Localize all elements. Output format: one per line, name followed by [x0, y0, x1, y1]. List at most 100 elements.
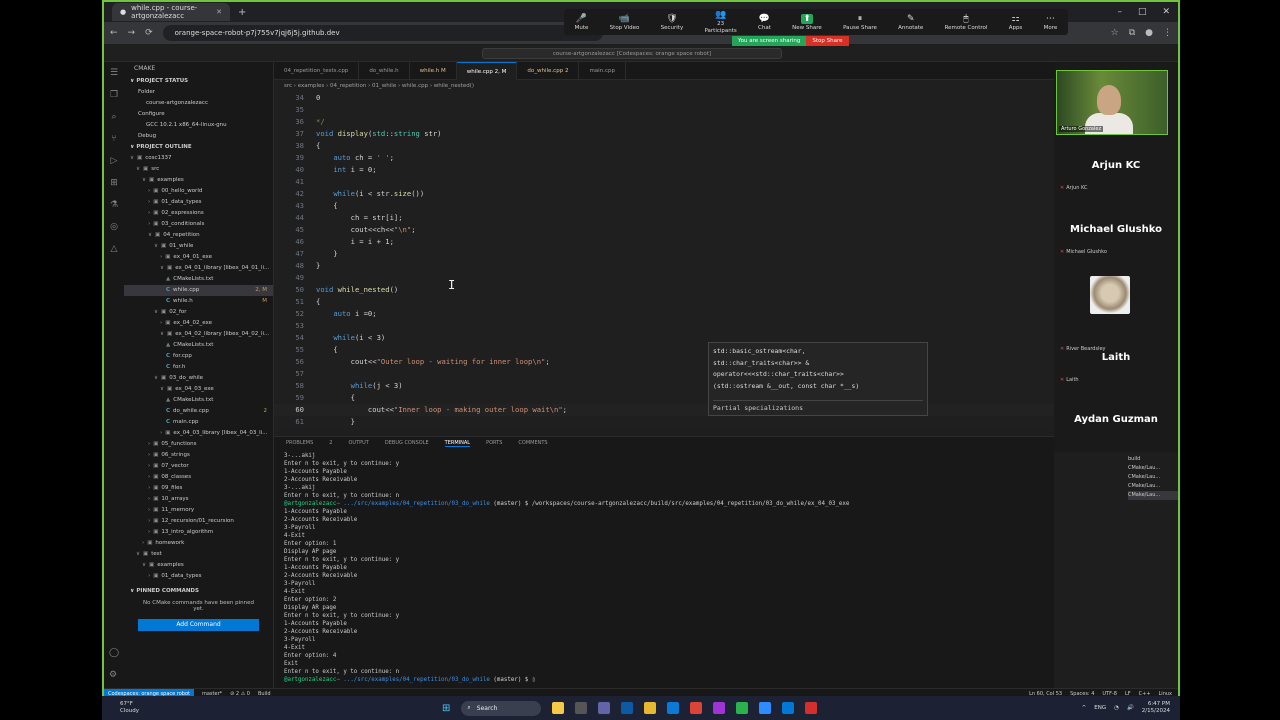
gear-icon[interactable]: ⚙	[109, 670, 119, 680]
tab-6[interactable]: main.cpp	[579, 62, 626, 80]
launch-item[interactable]: CMake/Lau...	[1128, 491, 1178, 500]
tree-item[interactable]: ∨ ▣ examples	[124, 175, 273, 186]
tree-item[interactable]: › ▣ ex_04_02_exe	[124, 318, 273, 329]
tree-item[interactable]: ∨ ▣ ex_04_03_exe	[124, 384, 273, 395]
tree-item[interactable]: Cwhile.cpp 2, M	[124, 285, 273, 296]
tree-item[interactable]: › ▣ 06_strings	[124, 450, 273, 461]
teams-icon[interactable]	[598, 702, 611, 714]
zoom-stop-video-button[interactable]: 📹 Stop Video	[610, 14, 640, 31]
zoom-security-button[interactable]: 🛡 Security	[661, 14, 684, 31]
copilot-icon[interactable]	[552, 702, 565, 714]
tree-item[interactable]: › ▣ ex_04_03_library [libex_04_03_li...	[124, 428, 273, 439]
app3-icon[interactable]	[805, 702, 818, 714]
project-status-header[interactable]: ∨ PROJECT STATUS	[124, 76, 273, 87]
panel-tab-problems[interactable]: PROBLEMS	[286, 440, 313, 446]
participant-tile[interactable]: Aydan Guzman	[1054, 414, 1178, 425]
tree-item[interactable]: ∨ ▣ src	[124, 164, 273, 175]
tree-item[interactable]: › ▣ 00_hello_world	[124, 186, 273, 197]
taskbar-search[interactable]: ⌕ Search	[461, 700, 542, 716]
edge-icon[interactable]	[621, 702, 634, 714]
tree-item[interactable]: ∨ ▣ 04_repetition	[124, 230, 273, 241]
tree-item[interactable]: › ▣ homework	[124, 538, 273, 549]
launch-item[interactable]: CMake/Lau...	[1128, 482, 1178, 491]
back-icon[interactable]: ←	[110, 28, 118, 38]
extensions-icon[interactable]: ⧉	[1129, 28, 1135, 38]
zoom-new-share-button[interactable]: ⬆ New Share	[792, 13, 822, 31]
menu-icon[interactable]: ⋮	[1163, 28, 1172, 38]
tab-5[interactable]: do_while.cpp 2	[517, 62, 580, 80]
tree-item[interactable]: › ▣ 01_data_types	[124, 197, 273, 208]
file-explorer-icon[interactable]	[644, 702, 657, 714]
store-icon[interactable]	[667, 702, 680, 714]
tab-2[interactable]: do_while.h	[359, 62, 410, 80]
project-status-item[interactable]: course-artgonzalezacc	[124, 98, 273, 109]
tree-item[interactable]: › ▣ 01_data_types	[124, 571, 273, 582]
tab-4[interactable]: while.cpp 2, M	[456, 62, 518, 80]
tree-item[interactable]: ▲ CMakeLists.txt	[124, 274, 273, 285]
app-icon[interactable]	[713, 702, 726, 714]
panel-tab-terminal[interactable]: TERMINAL	[444, 440, 471, 447]
panel-tab-comments[interactable]: COMMENTS	[518, 440, 547, 446]
language-indicator[interactable]: ENG	[1094, 705, 1106, 711]
chrome-icon[interactable]	[690, 702, 703, 714]
star-icon[interactable]: ☆	[1111, 28, 1119, 38]
new-tab-button[interactable]: +	[238, 7, 246, 18]
panel-tab-output[interactable]: OUTPUT	[348, 440, 368, 446]
tree-item[interactable]: ∨ ▣ cosc1337	[124, 153, 273, 164]
tree-item[interactable]: › ▣ ex_04_01_exe	[124, 252, 273, 263]
tree-item[interactable]: Cdo_while.cpp 2	[124, 406, 273, 417]
task-view-icon[interactable]	[575, 702, 588, 714]
participant-tile[interactable]: Laith ✕ Laith	[1054, 352, 1178, 383]
launch-item[interactable]: CMake/Lau...	[1128, 473, 1178, 482]
project-outline-header[interactable]: ∨ PROJECT OUTLINE	[124, 142, 273, 153]
browser-tab[interactable]: ● while.cpp - course-artgonzalezacc ✕	[112, 3, 230, 21]
tree-item[interactable]: ∨ ▣ test	[124, 549, 273, 560]
tab-3[interactable]: while.h M	[410, 62, 457, 80]
tree-item[interactable]: Cmain.cpp	[124, 417, 273, 428]
tree-item[interactable]: › ▣ 10_arrays	[124, 494, 273, 505]
tree-item[interactable]: ∨ ▣ 01_while	[124, 241, 273, 252]
explorer-icon[interactable]: ❐	[110, 90, 118, 100]
tab-1[interactable]: 04_repetition_tests.cpp	[274, 62, 360, 80]
participant-tile[interactable]: Arjun KC ✕ Arjun KC	[1054, 160, 1178, 191]
participant-tile[interactable]: Michael Glushko ✕ Michael Glushko	[1054, 224, 1178, 255]
stop-share-button[interactable]: Stop Share	[806, 36, 849, 46]
project-status-item[interactable]: Configure	[124, 109, 273, 120]
menu-icon[interactable]: ☰	[110, 68, 118, 78]
zoom-app-icon[interactable]	[759, 702, 772, 714]
launch-item[interactable]: build	[1128, 455, 1178, 464]
profile-icon[interactable]: ●	[1145, 28, 1153, 38]
tree-item[interactable]: ∨ ▣ ex_04_01_library [libex_04_01_li...	[124, 263, 273, 274]
project-status-item[interactable]: Debug	[124, 131, 273, 142]
windows-start-icon[interactable]: ⊞	[442, 703, 450, 714]
wifi-icon[interactable]: ◔	[1114, 705, 1119, 711]
terminal[interactable]: 3-...akij Enter n to exit, y to continue:…	[274, 449, 1054, 687]
source-control-icon[interactable]: ⑂	[111, 134, 116, 144]
extensions-icon[interactable]: ⊞	[110, 178, 118, 188]
tree-item[interactable]: ∨ ▣ ex_04_02_library [libex_04_02_li...	[124, 329, 273, 340]
zoom-chat-button[interactable]: 💬 Chat	[758, 14, 771, 31]
zoom-mute-button[interactable]: 🎤 Mute	[575, 14, 589, 31]
weather-widget[interactable]: 67°F Cloudy	[120, 701, 139, 715]
tree-item[interactable]: › ▣ 03_conditionals	[124, 219, 273, 230]
tree-item[interactable]: Cfor.h	[124, 362, 273, 373]
pinned-commands-header[interactable]: ∨ PINNED COMMANDS	[124, 586, 273, 597]
zoom-more-button[interactable]: ⋯ More	[1044, 14, 1058, 31]
app2-icon[interactable]	[736, 702, 749, 714]
testing-icon[interactable]: ⚗	[110, 200, 118, 210]
tree-item[interactable]: › ▣ 08_classes	[124, 472, 273, 483]
tree-item[interactable]: ∨ ▣ examples	[124, 560, 273, 571]
breadcrumb[interactable]: src › examples › 04_repetition › 01_whil…	[274, 80, 1054, 92]
zoom-remote-control-button[interactable]: 🖱 Remote Control	[945, 14, 988, 31]
zoom-pause-share-button[interactable]: ⏸ Pause Share	[843, 14, 877, 31]
panel-tab-debug-console[interactable]: DEBUG CONSOLE	[385, 440, 429, 446]
maximize-button[interactable]: □	[1138, 7, 1147, 17]
volume-icon[interactable]: 🔊	[1127, 705, 1134, 711]
tree-item[interactable]: › ▣ 11_memory	[124, 505, 273, 516]
project-status-item[interactable]: GCC 10.2.1 x86_64-linux-gnu	[124, 120, 273, 131]
add-command-button[interactable]: Add Command	[138, 619, 259, 631]
close-tab-icon[interactable]: ✕	[216, 8, 222, 16]
launch-item[interactable]: CMake/Lau...	[1128, 464, 1178, 473]
forward-icon[interactable]: →	[128, 28, 136, 38]
tree-item[interactable]: › ▣ 09_files	[124, 483, 273, 494]
